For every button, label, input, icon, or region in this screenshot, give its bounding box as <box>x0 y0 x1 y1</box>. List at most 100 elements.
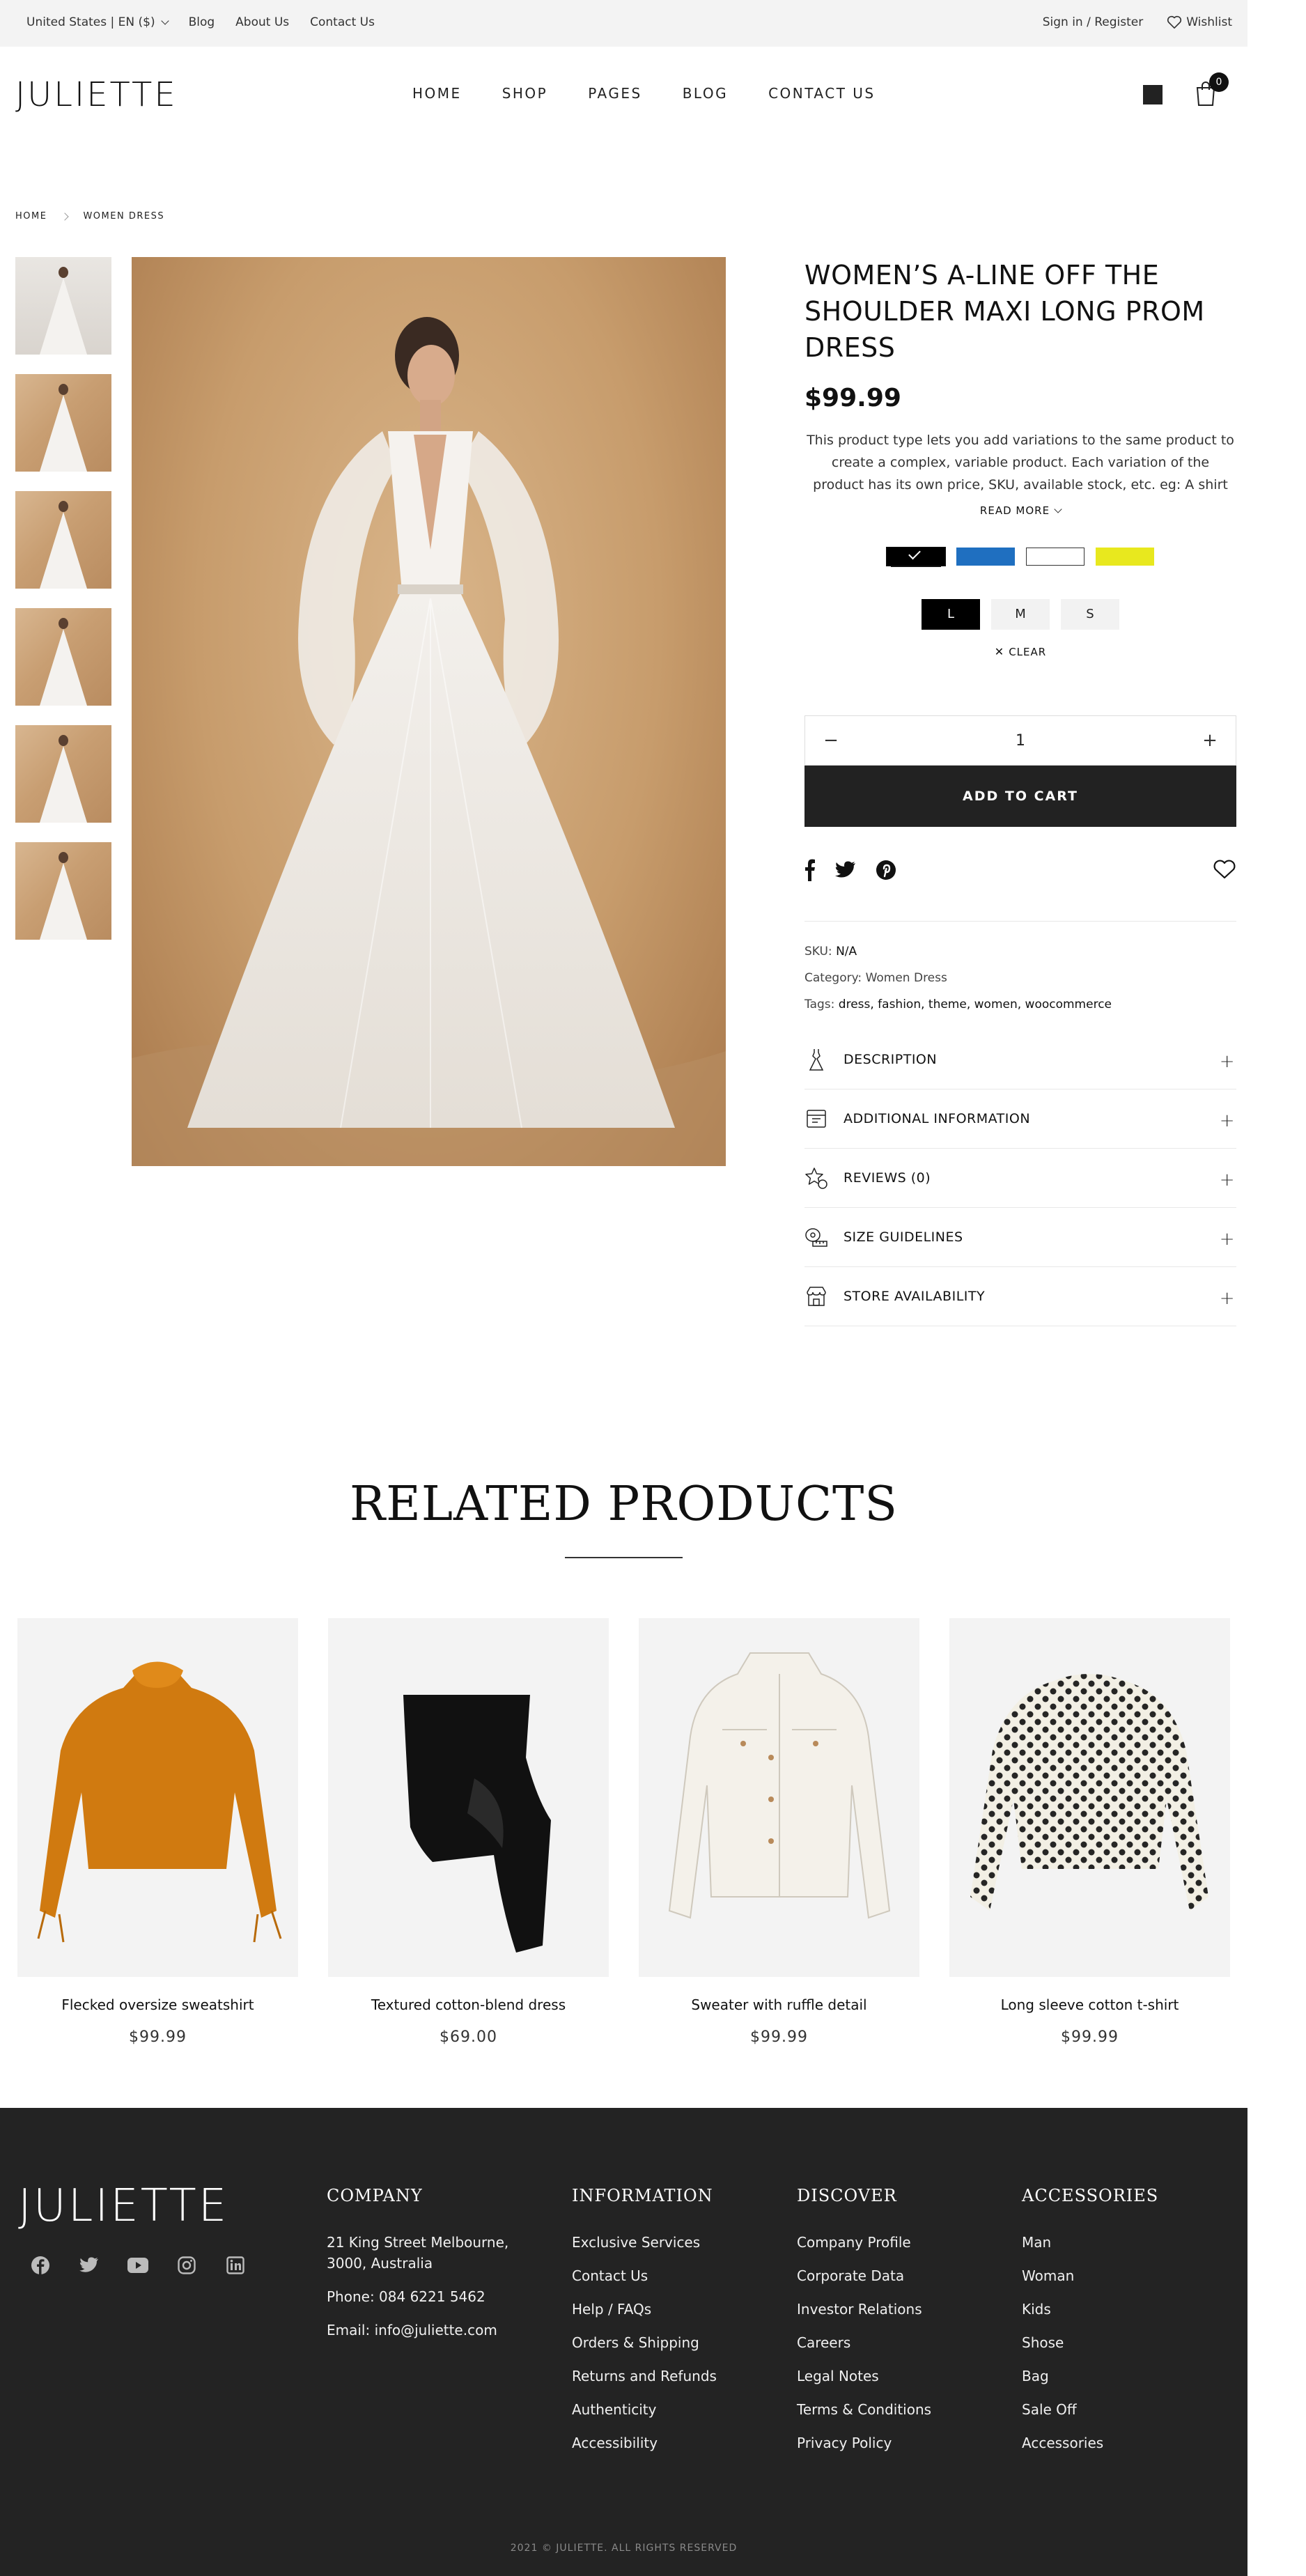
topbar-link-contact[interactable]: Contact Us <box>310 15 375 29</box>
accordion-size-guidelines[interactable]: SIZE GUIDELINES + <box>804 1208 1236 1267</box>
twitter-icon[interactable] <box>77 2253 102 2278</box>
footer-link[interactable]: Privacy Policy <box>797 2433 931 2453</box>
related-products-heading: RELATED PRODUCTS <box>349 1477 898 1532</box>
topbar-link-blog[interactable]: Blog <box>189 15 215 29</box>
footer-link[interactable]: Man <box>1022 2232 1158 2253</box>
main-product-image[interactable] <box>132 257 726 1166</box>
dress-icon <box>804 1048 828 1071</box>
clear-selection-button[interactable]: ✕ CLEAR <box>804 645 1236 658</box>
footer-email[interactable]: Email: info@juliette.com <box>327 2320 550 2341</box>
nav-home[interactable]: HOME <box>412 85 462 102</box>
product-card-name[interactable]: Flecked oversize sweatshirt <box>17 1996 298 2013</box>
footer-link[interactable]: Company Profile <box>797 2232 931 2253</box>
facebook-icon[interactable] <box>28 2253 53 2278</box>
quantity-value[interactable]: 1 <box>1016 732 1025 750</box>
twitter-icon[interactable] <box>835 861 856 879</box>
footer-link[interactable]: Investor Relations <box>797 2299 931 2320</box>
blouse-image <box>37 1661 282 1943</box>
color-swatch-yellow[interactable] <box>1096 548 1154 566</box>
heading-underline <box>565 1557 683 1558</box>
thumbnail-6[interactable] <box>15 842 111 940</box>
product-card[interactable]: Flecked oversize sweatshirt $99.99 <box>17 1618 298 2046</box>
color-swatch-black[interactable] <box>886 547 946 566</box>
color-swatch-blue[interactable] <box>956 548 1015 566</box>
nav-contact[interactable]: CONTACT US <box>768 85 876 102</box>
accordion-additional-info[interactable]: ADDITIONAL INFORMATION + <box>804 1089 1236 1149</box>
footer-col-information: INFORMATION Exclusive Services Contact U… <box>572 2186 717 2466</box>
close-icon: ✕ <box>994 645 1005 658</box>
footer-link[interactable]: Help / FAQs <box>572 2299 717 2320</box>
color-swatch-white[interactable] <box>1026 548 1085 566</box>
product-card-name[interactable]: Long sleeve cotton t-shirt <box>949 1996 1230 2013</box>
product-card-image[interactable] <box>328 1618 609 1977</box>
quantity-decrease-button[interactable]: − <box>821 730 841 751</box>
instagram-icon[interactable] <box>174 2253 199 2278</box>
account-square-icon[interactable] <box>1143 85 1163 104</box>
accordion-description-label: DESCRIPTION <box>844 1052 938 1067</box>
footer-link[interactable]: Careers <box>797 2332 931 2353</box>
footer-link[interactable]: Legal Notes <box>797 2366 931 2387</box>
footer-link[interactable]: Woman <box>1022 2265 1158 2286</box>
accordion-reviews[interactable]: REVIEWS (0) + <box>804 1149 1236 1208</box>
topbar-link-about[interactable]: About Us <box>235 15 289 29</box>
footer-link[interactable]: Corporate Data <box>797 2265 931 2286</box>
product-card-name[interactable]: Textured cotton-blend dress <box>328 1996 609 2013</box>
thumbnail-4[interactable] <box>15 608 111 706</box>
breadcrumb-home[interactable]: HOME <box>15 211 47 222</box>
product-card-price: $99.99 <box>750 2028 808 2046</box>
footer-link[interactable]: Returns and Refunds <box>572 2366 717 2387</box>
size-option-s[interactable]: S <box>1061 599 1119 630</box>
site-logo[interactable]: JULIETTE <box>15 75 178 114</box>
product-card-image[interactable] <box>17 1618 298 1977</box>
read-more-button[interactable]: READ MORE <box>804 504 1236 517</box>
product-card-name[interactable]: Sweater with ruffle detail <box>639 1996 919 2013</box>
footer-link[interactable]: Sale Off <box>1022 2399 1158 2420</box>
product-card[interactable]: Textured cotton-blend dress $69.00 <box>328 1618 609 2046</box>
linkedin-icon[interactable] <box>223 2253 248 2278</box>
nav-pages[interactable]: PAGES <box>588 85 642 102</box>
add-to-cart-button[interactable]: ADD TO CART <box>804 766 1236 827</box>
facebook-icon[interactable] <box>804 859 816 881</box>
product-card-image[interactable] <box>639 1618 919 1977</box>
wishlist-heart-icon[interactable] <box>1213 859 1236 880</box>
thumbnail-1[interactable] <box>15 257 111 355</box>
size-option-l[interactable]: L <box>922 599 980 630</box>
tags-links[interactable]: dress, fashion, theme, women, woocommerc… <box>839 998 1112 1011</box>
thumbnail-2[interactable] <box>15 374 111 472</box>
locale-label: United States | EN ($) <box>26 15 155 29</box>
pinterest-icon[interactable] <box>876 860 896 880</box>
footer-link[interactable]: Terms & Conditions <box>797 2399 931 2420</box>
footer-link[interactable]: Shose <box>1022 2332 1158 2353</box>
accordion-store-availability[interactable]: STORE AVAILABILITY + <box>804 1267 1236 1326</box>
footer-link[interactable]: Accessibility <box>572 2433 717 2453</box>
footer-link[interactable]: Exclusive Services <box>572 2232 717 2253</box>
nav-shop[interactable]: SHOP <box>502 85 548 102</box>
locale-selector[interactable]: United States | EN ($) <box>26 15 169 29</box>
product-card[interactable]: Long sleeve cotton t-shirt $99.99 <box>949 1618 1230 2046</box>
footer-link[interactable]: Orders & Shipping <box>572 2332 717 2353</box>
footer-link[interactable]: Bag <box>1022 2366 1158 2387</box>
wishlist-link[interactable]: Wishlist <box>1167 15 1232 29</box>
product-card[interactable]: Sweater with ruffle detail $99.99 <box>639 1618 919 2046</box>
measuring-tape-icon <box>804 1225 828 1249</box>
content: United States | EN ($) Blog About Us Con… <box>0 0 1247 2576</box>
size-option-m[interactable]: M <box>991 599 1050 630</box>
youtube-icon[interactable] <box>125 2253 150 2278</box>
footer-link[interactable]: Contact Us <box>572 2265 717 2286</box>
category-link[interactable]: Women Dress <box>866 971 947 985</box>
footer-col-company: COMPANY 21 King Street Melbourne, 3000, … <box>327 2186 550 2353</box>
footer-link[interactable]: Authenticity <box>572 2399 717 2420</box>
footer-link[interactable]: Accessories <box>1022 2433 1158 2453</box>
footer-logo[interactable]: JULIETTE <box>18 2180 228 2232</box>
nav-blog[interactable]: BLOG <box>683 85 728 102</box>
product-card-image[interactable] <box>949 1618 1230 1977</box>
plus-icon: + <box>1219 1110 1235 1131</box>
footer-link[interactable]: Kids <box>1022 2299 1158 2320</box>
thumbnail-3[interactable] <box>15 491 111 589</box>
thumbnail-5[interactable] <box>15 725 111 823</box>
accordion-description[interactable]: DESCRIPTION + <box>804 1030 1236 1089</box>
signin-link[interactable]: Sign in / Register <box>1043 15 1144 29</box>
wishlist-label: Wishlist <box>1186 15 1232 29</box>
quantity-increase-button[interactable]: + <box>1199 730 1220 751</box>
footer-accessories-heading: ACCESSORIES <box>1022 2186 1159 2205</box>
